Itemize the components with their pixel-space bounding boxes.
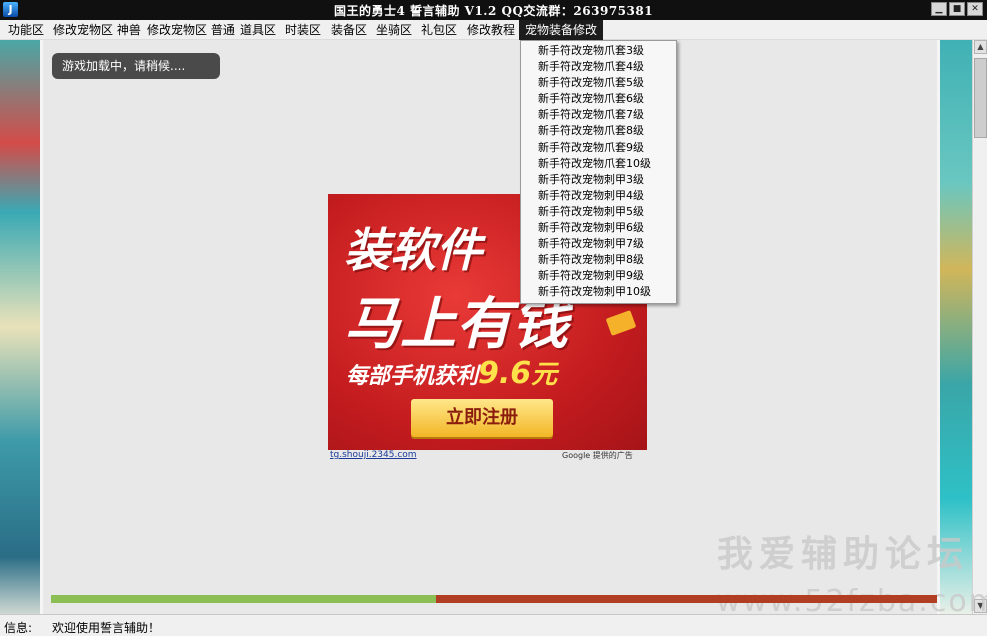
status-bar: 信息: 欢迎使用誓言辅助！ bbox=[0, 614, 987, 636]
ad-offer-unit: 元 bbox=[531, 360, 558, 390]
window-title: 国王的勇士4 誓言辅助 V1.2 QQ交流群：263975381 bbox=[333, 4, 654, 18]
menu-mount-area[interactable]: 坐骑区 bbox=[370, 20, 418, 40]
dropdown-item[interactable]: 新手符改宠物爪套7级 bbox=[521, 107, 676, 123]
dropdown-item[interactable]: 新手符改宠物爪套10级 bbox=[521, 156, 676, 172]
watermark-title: 我爱辅助论坛 bbox=[717, 534, 970, 575]
dropdown-item[interactable]: 新手符改宠物刺甲7级 bbox=[521, 236, 676, 252]
dropdown-item[interactable]: 新手符改宠物刺甲6级 bbox=[521, 220, 676, 236]
game-viewport: ▲ ▼ 游戏加载中，请稍候.... 装软件 马上有钱 每部手机获利9.6元 立即… bbox=[0, 40, 987, 614]
game-background-left bbox=[0, 40, 40, 614]
dropdown-item[interactable]: 新手符改宠物刺甲5级 bbox=[521, 204, 676, 220]
menu-equipment-area[interactable]: 装备区 bbox=[325, 20, 373, 40]
menu-items-area[interactable]: 道具区 bbox=[234, 20, 282, 40]
maximize-button[interactable]: ■ bbox=[949, 2, 965, 16]
ad-register-button[interactable]: 立即注册 bbox=[411, 399, 553, 437]
menu-function-area[interactable]: 功能区 bbox=[2, 20, 50, 40]
scroll-thumb[interactable] bbox=[974, 58, 987, 138]
dropdown-item[interactable]: 新手符改宠物刺甲4级 bbox=[521, 188, 676, 204]
dropdown-item[interactable]: 新手符改宠物爪套9级 bbox=[521, 140, 676, 156]
loading-message: 游戏加载中，请稍候.... bbox=[52, 53, 220, 79]
menu-pet-normal[interactable]: 修改宠物区 普通 bbox=[141, 20, 241, 40]
scroll-up-icon[interactable]: ▲ bbox=[974, 40, 987, 54]
dropdown-item[interactable]: 新手符改宠物爪套3级 bbox=[521, 43, 676, 59]
menu-pet-divine[interactable]: 修改宠物区 神兽 bbox=[47, 20, 147, 40]
close-button[interactable]: ✕ bbox=[967, 2, 983, 16]
dropdown-item[interactable]: 新手符改宠物爪套4级 bbox=[521, 59, 676, 75]
ad-headline-1: 装软件 bbox=[344, 223, 482, 277]
status-label: 信息: bbox=[4, 621, 33, 635]
loading-progress-bar bbox=[51, 595, 937, 603]
dropdown-item[interactable]: 新手符改宠物刺甲10级 bbox=[521, 284, 676, 300]
menu-fashion-area[interactable]: 时装区 bbox=[279, 20, 327, 40]
menu-gift-area[interactable]: 礼包区 bbox=[415, 20, 463, 40]
dropdown-item[interactable]: 新手符改宠物刺甲3级 bbox=[521, 172, 676, 188]
dropdown-item[interactable]: 新手符改宠物爪套6级 bbox=[521, 91, 676, 107]
red-envelope-icon bbox=[605, 310, 637, 336]
ad-offer-amount: 9.6 bbox=[478, 356, 532, 391]
menu-pet-equipment[interactable]: 宠物装备修改 bbox=[519, 20, 604, 40]
dropdown-item[interactable]: 新手符改宠物刺甲9级 bbox=[521, 268, 676, 284]
title-bar: J 国王的勇士4 誓言辅助 V1.2 QQ交流群：263975381 ▁ ■ ✕ bbox=[0, 0, 987, 20]
pet-equipment-dropdown: 新手符改宠物爪套3级 新手符改宠物爪套4级 新手符改宠物爪套5级 新手符改宠物爪套6级… bbox=[520, 40, 677, 304]
menu-tutorial[interactable]: 修改教程 bbox=[461, 20, 521, 40]
ad-offer-text: 每部手机获利 bbox=[346, 364, 479, 389]
menu-bar: 功能区 修改宠物区 神兽 修改宠物区 普通 道具区 时装区 装备区 坐骑区 礼包… bbox=[0, 20, 987, 40]
minimize-button[interactable]: ▁ bbox=[931, 2, 947, 16]
ad-source-link[interactable]: tg.shouji.2345.com bbox=[330, 450, 417, 460]
status-message: 欢迎使用誓言辅助！ bbox=[52, 621, 161, 635]
dropdown-item[interactable]: 新手符改宠物刺甲8级 bbox=[521, 252, 676, 268]
dropdown-item[interactable]: 新手符改宠物爪套5级 bbox=[521, 75, 676, 91]
vertical-scrollbar[interactable]: ▲ ▼ bbox=[972, 40, 987, 614]
ad-provider-label: Google 提供的广告 bbox=[562, 451, 633, 460]
dropdown-item[interactable]: 新手符改宠物爪套8级 bbox=[521, 123, 676, 139]
progress-fill bbox=[51, 595, 437, 603]
ad-offer: 每部手机获利9.6元 bbox=[346, 354, 557, 391]
